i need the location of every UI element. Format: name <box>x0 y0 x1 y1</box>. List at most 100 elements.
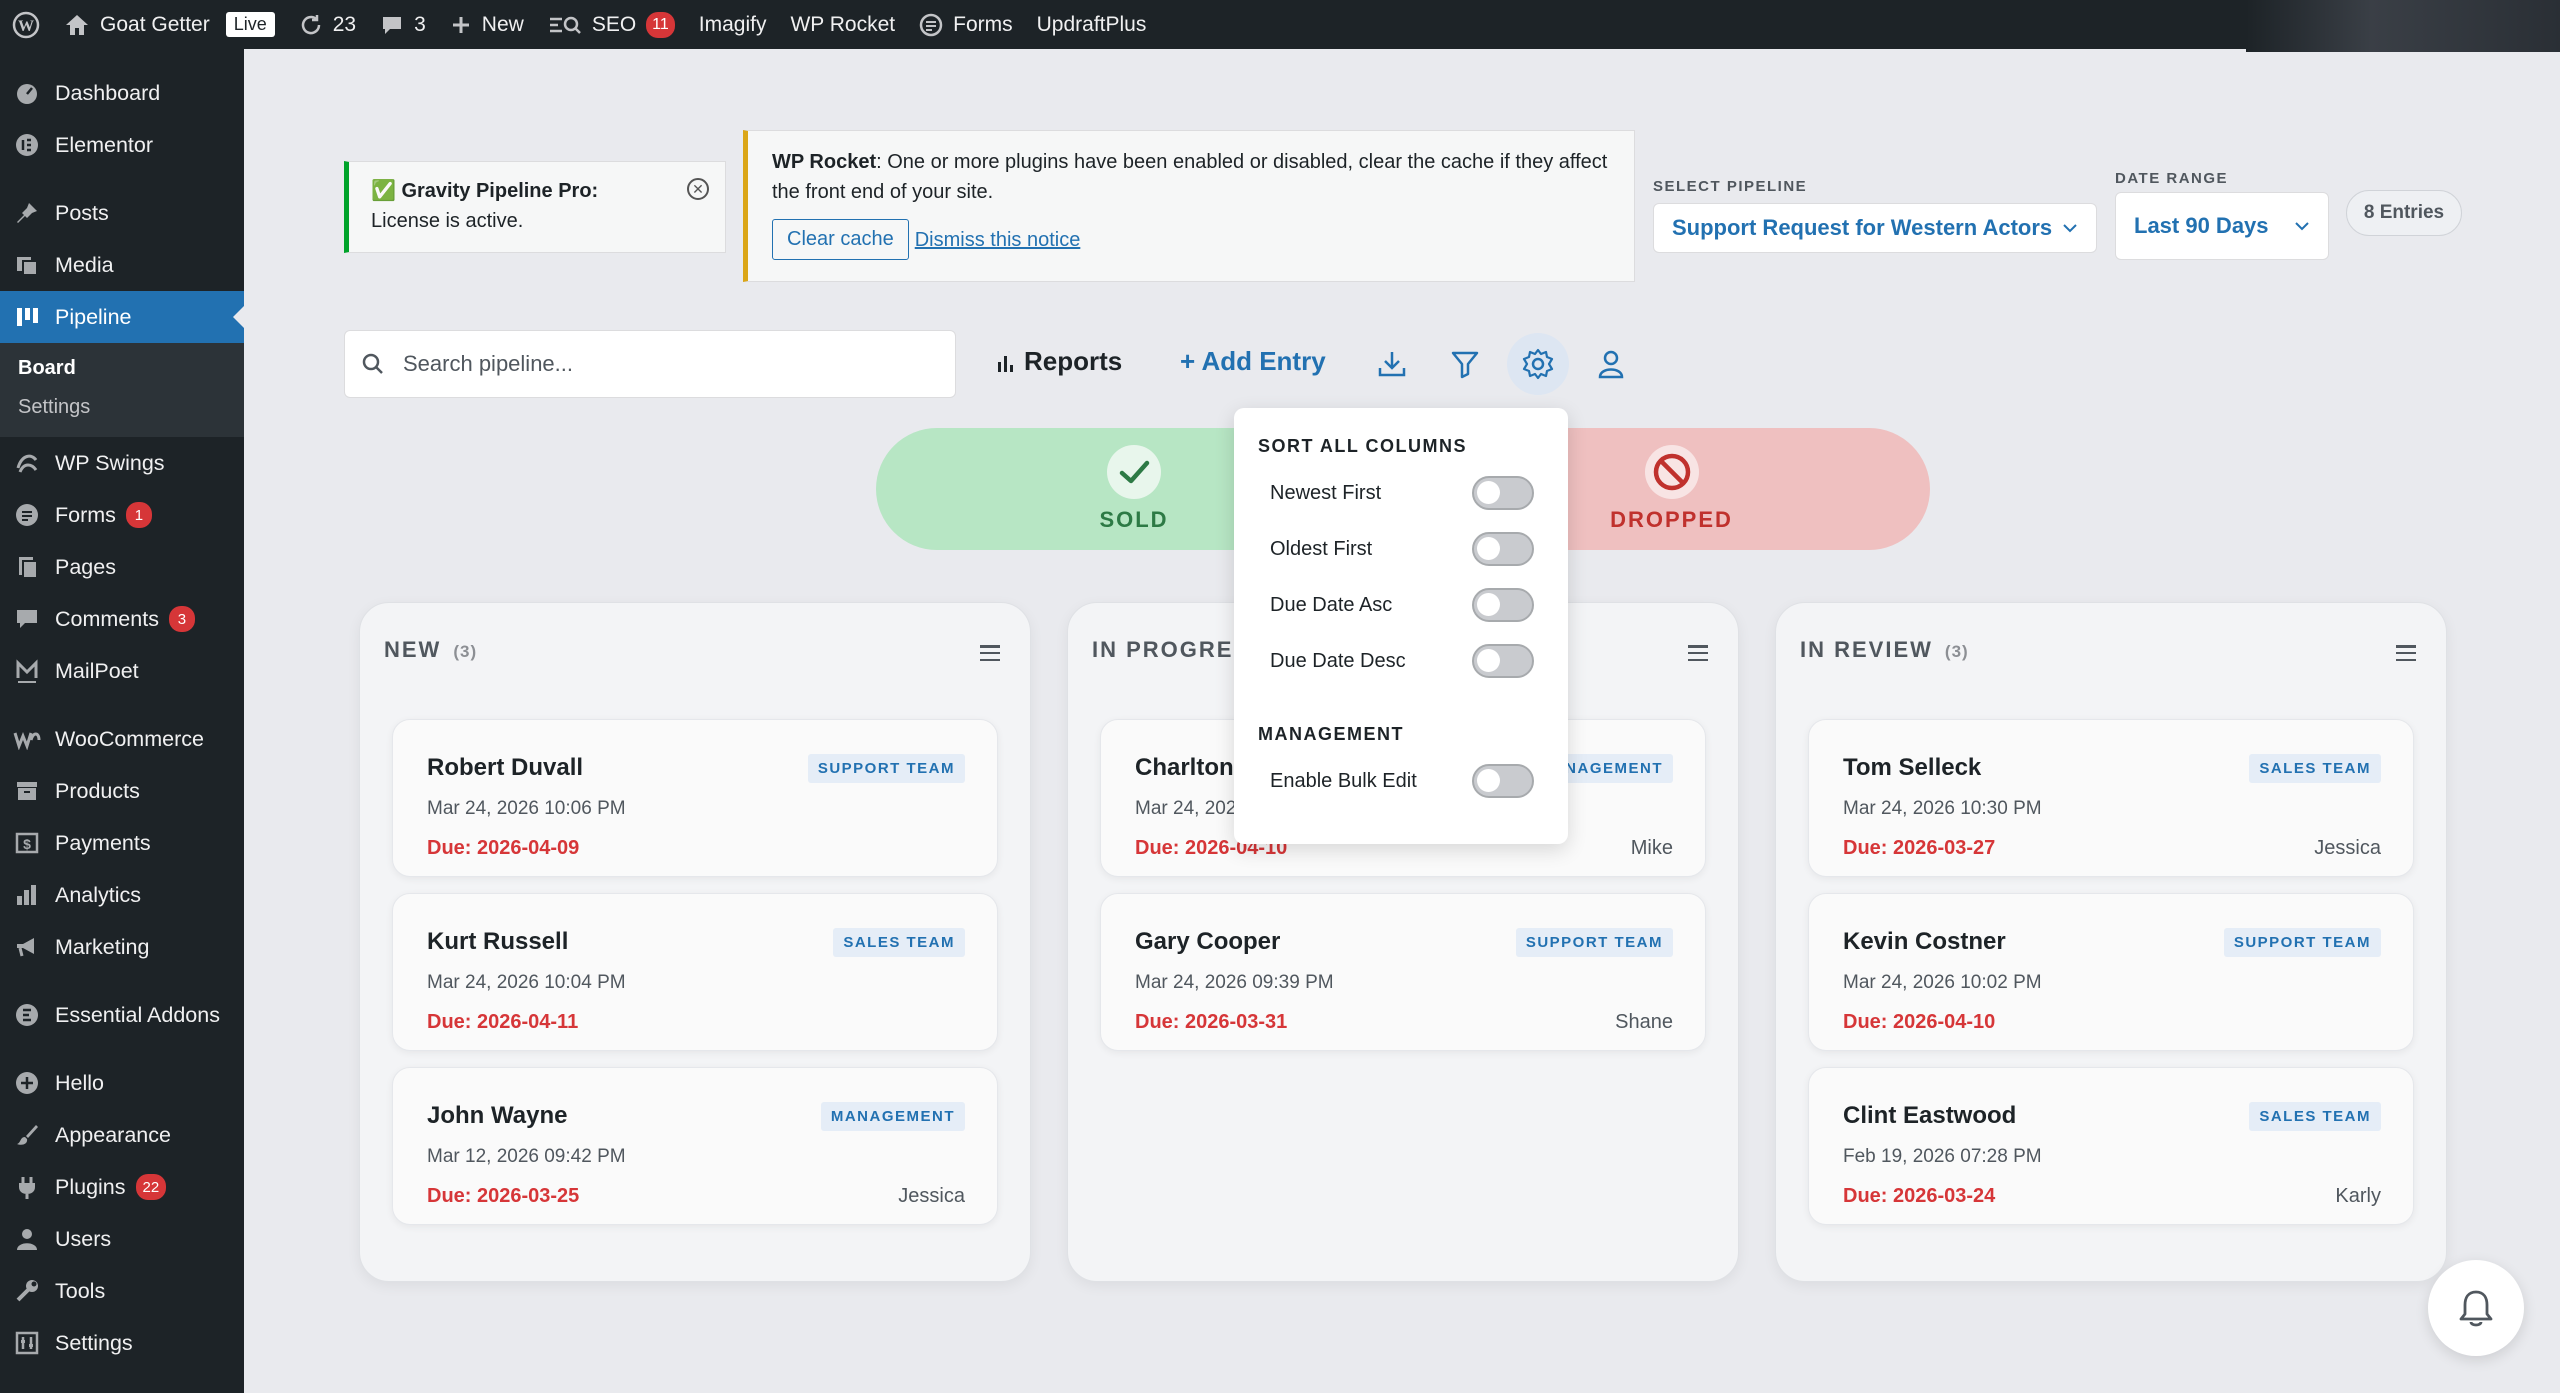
sort-due-asc-row[interactable]: Due Date Asc <box>1270 588 1534 622</box>
pipeline-card[interactable]: Gary Cooper Mar 24, 2026 09:39 PM Due: 2… <box>1100 893 1706 1051</box>
pin-icon <box>13 199 41 227</box>
card-date: Mar 24, 202 <box>1135 798 1237 819</box>
reports-label: Reports <box>1024 346 1123 376</box>
card-due: Due: 2026-04-10 <box>1843 1011 1996 1033</box>
column-title: IN REVIEW <box>1800 637 1933 662</box>
bar-chart-icon <box>13 881 41 909</box>
seo-link[interactable]: SEO 11 <box>536 0 687 49</box>
menu-label: Products <box>55 778 140 803</box>
search-field[interactable] <box>344 330 956 398</box>
menu-appearance[interactable]: Appearance <box>0 1109 244 1161</box>
admin-sidebar: Dashboard Elementor Posts Media Pipeline… <box>0 49 244 1393</box>
card-owner: Jessica <box>2314 837 2381 859</box>
sort-heading: SORT ALL COLUMNS <box>1258 436 1467 456</box>
wprocket-link[interactable]: WP Rocket <box>778 0 907 49</box>
menu-elementor[interactable]: Elementor <box>0 119 244 171</box>
close-icon[interactable]: ✕ <box>687 178 709 200</box>
submenu-settings[interactable]: Settings <box>0 388 244 427</box>
menu-comments[interactable]: Comments 3 <box>0 593 244 645</box>
menu-essential-addons[interactable]: Essential Addons <box>0 989 244 1041</box>
card-due: Due: 2026-04-11 <box>427 1011 579 1033</box>
menu-label: Media <box>55 252 114 277</box>
menu-label: WP Swings <box>55 450 165 475</box>
column-menu-icon[interactable] <box>1688 645 1708 661</box>
sort-oldest-row[interactable]: Oldest First <box>1270 532 1534 566</box>
wordpress-logo-icon[interactable]: W <box>0 0 52 49</box>
new-content-link[interactable]: New <box>438 0 536 49</box>
menu-label: Pipeline <box>55 304 132 329</box>
card-date: Mar 24, 2026 10:30 PM <box>1843 798 2042 819</box>
menu-media[interactable]: Media <box>0 239 244 291</box>
download-button[interactable] <box>1361 333 1423 395</box>
sort-due-asc-toggle[interactable] <box>1472 588 1534 622</box>
menu-hello[interactable]: Hello <box>0 1057 244 1109</box>
brush-icon <box>13 1121 41 1149</box>
card-team-badge: SALES TEAM <box>833 928 965 957</box>
bell-icon <box>2459 1290 2493 1327</box>
notifications-button[interactable] <box>2428 1260 2524 1356</box>
sort-due-desc-row[interactable]: Due Date Desc <box>1270 644 1534 678</box>
payments-icon: $ <box>13 829 41 857</box>
column-menu-icon[interactable] <box>980 645 1000 661</box>
imagify-link[interactable]: Imagify <box>687 0 779 49</box>
filter-button[interactable] <box>1434 333 1496 395</box>
wrench-icon <box>13 1277 41 1305</box>
submenu-board[interactable]: Board <box>0 349 244 388</box>
date-range-select[interactable]: Last 90 Days <box>2115 192 2329 260</box>
search-input[interactable] <box>403 351 903 377</box>
card-team-badge: NAGEMENT <box>1555 754 1673 783</box>
bulk-edit-row[interactable]: Enable Bulk Edit <box>1270 764 1534 798</box>
menu-wp-swings[interactable]: WP Swings <box>0 437 244 489</box>
comment-icon <box>383 16 402 34</box>
menu-users[interactable]: Users <box>0 1213 244 1265</box>
menu-woocommerce[interactable]: WooCommerce <box>0 713 244 765</box>
menu-tools[interactable]: Tools <box>0 1265 244 1317</box>
menu-analytics[interactable]: Analytics <box>0 869 244 921</box>
menu-dashboard[interactable]: Dashboard <box>0 67 244 119</box>
forms-link[interactable]: Forms <box>907 0 1025 49</box>
menu-settings[interactable]: Settings <box>0 1317 244 1369</box>
add-entry-button[interactable]: + Add Entry <box>1180 346 1326 377</box>
sort-oldest-toggle[interactable] <box>1472 532 1534 566</box>
user-filter-button[interactable] <box>1580 333 1642 395</box>
menu-pipeline[interactable]: Pipeline <box>0 291 244 343</box>
home-icon <box>66 14 88 35</box>
sold-label: SOLD <box>1099 507 1169 532</box>
clear-cache-button[interactable]: Clear cache <box>772 219 909 260</box>
wprocket-notice: WP Rocket: One or more plugins have been… <box>743 130 1635 282</box>
pipeline-card[interactable]: Kurt Russell Mar 24, 2026 10:04 PM Due: … <box>392 893 998 1051</box>
sort-newest-toggle[interactable] <box>1472 476 1534 510</box>
column-menu-icon[interactable] <box>2396 645 2416 661</box>
dismiss-notice-link[interactable]: Dismiss this notice <box>915 225 1081 255</box>
menu-products[interactable]: Products <box>0 765 244 817</box>
pipeline-card[interactable]: Robert Duvall Mar 24, 2026 10:06 PM Due:… <box>392 719 998 877</box>
comments-link[interactable]: 3 <box>368 0 438 49</box>
pipeline-card[interactable]: Kevin Costner Mar 24, 2026 10:02 PM Due:… <box>1808 893 2414 1051</box>
settings-button[interactable] <box>1507 333 1569 395</box>
sort-due-desc-toggle[interactable] <box>1472 644 1534 678</box>
updates-link[interactable]: 23 <box>287 0 368 49</box>
chevron-down-icon <box>2063 224 2077 233</box>
pipeline-card[interactable]: Tom Selleck Mar 24, 2026 10:30 PM Due: 2… <box>1808 719 2414 877</box>
menu-mailpoet[interactable]: MailPoet <box>0 645 244 697</box>
menu-plugins[interactable]: Plugins 22 <box>0 1161 244 1213</box>
menu-forms[interactable]: Forms 1 <box>0 489 244 541</box>
reports-button[interactable]: Reports <box>996 346 1122 377</box>
menu-posts[interactable]: Posts <box>0 187 244 239</box>
pipeline-select[interactable]: Support Request for Western Actors <box>1653 203 2097 253</box>
site-name-link[interactable]: Goat Getter Live <box>52 0 287 49</box>
card-name: Tom Selleck <box>1843 754 1982 781</box>
card-team-badge: SALES TEAM <box>2249 1102 2381 1131</box>
pipeline-card[interactable]: John Wayne Mar 12, 2026 09:42 PM Due: 20… <box>392 1067 998 1225</box>
updraft-label: UpdraftPlus <box>1036 12 1147 36</box>
sort-newest-row[interactable]: Newest First <box>1270 476 1534 510</box>
bulk-edit-toggle[interactable] <box>1472 764 1534 798</box>
card-name: Kurt Russell <box>427 928 569 955</box>
updraft-link[interactable]: UpdraftPlus <box>1025 0 1159 49</box>
mailpoet-icon <box>13 657 41 685</box>
menu-payments[interactable]: $ Payments <box>0 817 244 869</box>
account-menu[interactable] <box>2246 0 2560 52</box>
menu-pages[interactable]: Pages <box>0 541 244 593</box>
menu-marketing[interactable]: Marketing <box>0 921 244 973</box>
pipeline-card[interactable]: Clint Eastwood Feb 19, 2026 07:28 PM Due… <box>1808 1067 2414 1225</box>
